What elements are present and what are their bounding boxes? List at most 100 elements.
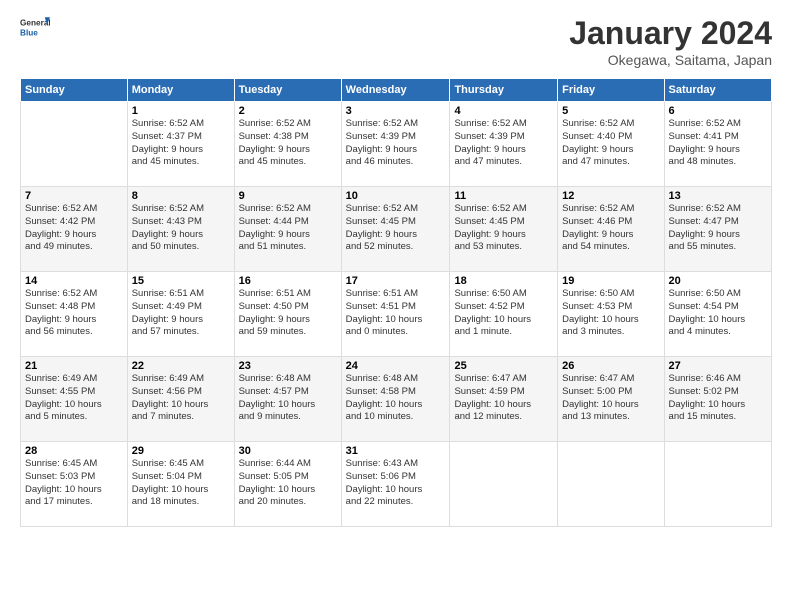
day-info: Sunrise: 6:52 AMSunset: 4:46 PMDaylight:… — [562, 203, 659, 254]
title-block: January 2024 Okegawa, Saitama, Japan — [569, 15, 772, 68]
day-cell: 22Sunrise: 6:49 AMSunset: 4:56 PMDayligh… — [127, 357, 234, 442]
day-cell: 25Sunrise: 6:47 AMSunset: 4:59 PMDayligh… — [450, 357, 558, 442]
day-info: Sunrise: 6:52 AMSunset: 4:44 PMDaylight:… — [239, 203, 337, 254]
day-number: 6 — [669, 105, 767, 117]
day-number: 25 — [454, 360, 553, 372]
day-number: 27 — [669, 360, 767, 372]
day-number: 9 — [239, 190, 337, 202]
svg-text:General: General — [20, 19, 50, 28]
day-cell: 26Sunrise: 6:47 AMSunset: 5:00 PMDayligh… — [558, 357, 664, 442]
day-number: 22 — [132, 360, 230, 372]
header-sunday: Sunday — [21, 79, 128, 102]
day-cell: 4Sunrise: 6:52 AMSunset: 4:39 PMDaylight… — [450, 102, 558, 187]
day-cell: 13Sunrise: 6:52 AMSunset: 4:47 PMDayligh… — [664, 187, 771, 272]
day-info: Sunrise: 6:52 AMSunset: 4:39 PMDaylight:… — [346, 118, 446, 169]
day-cell: 3Sunrise: 6:52 AMSunset: 4:39 PMDaylight… — [341, 102, 450, 187]
day-number: 17 — [346, 275, 446, 287]
day-cell: 24Sunrise: 6:48 AMSunset: 4:58 PMDayligh… — [341, 357, 450, 442]
day-number: 26 — [562, 360, 659, 372]
header-friday: Friday — [558, 79, 664, 102]
day-info: Sunrise: 6:51 AMSunset: 4:51 PMDaylight:… — [346, 288, 446, 339]
day-cell: 31Sunrise: 6:43 AMSunset: 5:06 PMDayligh… — [341, 442, 450, 527]
day-number: 4 — [454, 105, 553, 117]
day-info: Sunrise: 6:48 AMSunset: 4:57 PMDaylight:… — [239, 373, 337, 424]
day-info: Sunrise: 6:50 AMSunset: 4:53 PMDaylight:… — [562, 288, 659, 339]
day-number: 5 — [562, 105, 659, 117]
day-info: Sunrise: 6:52 AMSunset: 4:45 PMDaylight:… — [454, 203, 553, 254]
day-cell: 15Sunrise: 6:51 AMSunset: 4:49 PMDayligh… — [127, 272, 234, 357]
day-info: Sunrise: 6:46 AMSunset: 5:02 PMDaylight:… — [669, 373, 767, 424]
day-number: 28 — [25, 445, 123, 457]
day-info: Sunrise: 6:44 AMSunset: 5:05 PMDaylight:… — [239, 458, 337, 509]
day-cell — [21, 102, 128, 187]
calendar-header-row: Sunday Monday Tuesday Wednesday Thursday… — [21, 79, 772, 102]
day-number: 11 — [454, 190, 553, 202]
day-number: 8 — [132, 190, 230, 202]
header-wednesday: Wednesday — [341, 79, 450, 102]
header-tuesday: Tuesday — [234, 79, 341, 102]
day-cell: 27Sunrise: 6:46 AMSunset: 5:02 PMDayligh… — [664, 357, 771, 442]
day-info: Sunrise: 6:50 AMSunset: 4:52 PMDaylight:… — [454, 288, 553, 339]
day-number: 30 — [239, 445, 337, 457]
day-info: Sunrise: 6:51 AMSunset: 4:50 PMDaylight:… — [239, 288, 337, 339]
svg-text:Blue: Blue — [20, 28, 38, 37]
week-row-3: 14Sunrise: 6:52 AMSunset: 4:48 PMDayligh… — [21, 272, 772, 357]
logo-icon: General Blue — [20, 15, 50, 45]
day-cell: 21Sunrise: 6:49 AMSunset: 4:55 PMDayligh… — [21, 357, 128, 442]
calendar-table: Sunday Monday Tuesday Wednesday Thursday… — [20, 78, 772, 527]
day-cell: 6Sunrise: 6:52 AMSunset: 4:41 PMDaylight… — [664, 102, 771, 187]
location: Okegawa, Saitama, Japan — [569, 52, 772, 68]
day-number: 23 — [239, 360, 337, 372]
logo: General Blue — [20, 15, 50, 45]
day-info: Sunrise: 6:47 AMSunset: 4:59 PMDaylight:… — [454, 373, 553, 424]
header-thursday: Thursday — [450, 79, 558, 102]
day-number: 13 — [669, 190, 767, 202]
day-info: Sunrise: 6:49 AMSunset: 4:56 PMDaylight:… — [132, 373, 230, 424]
day-info: Sunrise: 6:47 AMSunset: 5:00 PMDaylight:… — [562, 373, 659, 424]
day-info: Sunrise: 6:52 AMSunset: 4:48 PMDaylight:… — [25, 288, 123, 339]
day-cell: 11Sunrise: 6:52 AMSunset: 4:45 PMDayligh… — [450, 187, 558, 272]
day-cell — [664, 442, 771, 527]
week-row-5: 28Sunrise: 6:45 AMSunset: 5:03 PMDayligh… — [21, 442, 772, 527]
day-info: Sunrise: 6:52 AMSunset: 4:40 PMDaylight:… — [562, 118, 659, 169]
day-cell: 19Sunrise: 6:50 AMSunset: 4:53 PMDayligh… — [558, 272, 664, 357]
day-cell: 20Sunrise: 6:50 AMSunset: 4:54 PMDayligh… — [664, 272, 771, 357]
day-number: 3 — [346, 105, 446, 117]
day-info: Sunrise: 6:52 AMSunset: 4:39 PMDaylight:… — [454, 118, 553, 169]
day-number: 10 — [346, 190, 446, 202]
day-number: 29 — [132, 445, 230, 457]
day-info: Sunrise: 6:52 AMSunset: 4:38 PMDaylight:… — [239, 118, 337, 169]
day-number: 1 — [132, 105, 230, 117]
day-number: 7 — [25, 190, 123, 202]
day-cell: 16Sunrise: 6:51 AMSunset: 4:50 PMDayligh… — [234, 272, 341, 357]
header-monday: Monday — [127, 79, 234, 102]
day-number: 2 — [239, 105, 337, 117]
day-info: Sunrise: 6:52 AMSunset: 4:37 PMDaylight:… — [132, 118, 230, 169]
day-info: Sunrise: 6:45 AMSunset: 5:03 PMDaylight:… — [25, 458, 123, 509]
day-cell: 2Sunrise: 6:52 AMSunset: 4:38 PMDaylight… — [234, 102, 341, 187]
day-info: Sunrise: 6:50 AMSunset: 4:54 PMDaylight:… — [669, 288, 767, 339]
day-info: Sunrise: 6:52 AMSunset: 4:47 PMDaylight:… — [669, 203, 767, 254]
day-info: Sunrise: 6:52 AMSunset: 4:41 PMDaylight:… — [669, 118, 767, 169]
day-number: 20 — [669, 275, 767, 287]
day-cell: 10Sunrise: 6:52 AMSunset: 4:45 PMDayligh… — [341, 187, 450, 272]
day-info: Sunrise: 6:43 AMSunset: 5:06 PMDaylight:… — [346, 458, 446, 509]
day-cell: 18Sunrise: 6:50 AMSunset: 4:52 PMDayligh… — [450, 272, 558, 357]
month-title: January 2024 — [569, 15, 772, 52]
week-row-2: 7Sunrise: 6:52 AMSunset: 4:42 PMDaylight… — [21, 187, 772, 272]
day-number: 12 — [562, 190, 659, 202]
day-info: Sunrise: 6:51 AMSunset: 4:49 PMDaylight:… — [132, 288, 230, 339]
week-row-1: 1Sunrise: 6:52 AMSunset: 4:37 PMDaylight… — [21, 102, 772, 187]
day-number: 21 — [25, 360, 123, 372]
day-cell: 9Sunrise: 6:52 AMSunset: 4:44 PMDaylight… — [234, 187, 341, 272]
day-number: 19 — [562, 275, 659, 287]
day-info: Sunrise: 6:52 AMSunset: 4:43 PMDaylight:… — [132, 203, 230, 254]
day-cell: 7Sunrise: 6:52 AMSunset: 4:42 PMDaylight… — [21, 187, 128, 272]
day-cell: 5Sunrise: 6:52 AMSunset: 4:40 PMDaylight… — [558, 102, 664, 187]
day-info: Sunrise: 6:45 AMSunset: 5:04 PMDaylight:… — [132, 458, 230, 509]
day-cell: 30Sunrise: 6:44 AMSunset: 5:05 PMDayligh… — [234, 442, 341, 527]
day-cell — [450, 442, 558, 527]
header-saturday: Saturday — [664, 79, 771, 102]
day-number: 24 — [346, 360, 446, 372]
day-cell: 28Sunrise: 6:45 AMSunset: 5:03 PMDayligh… — [21, 442, 128, 527]
